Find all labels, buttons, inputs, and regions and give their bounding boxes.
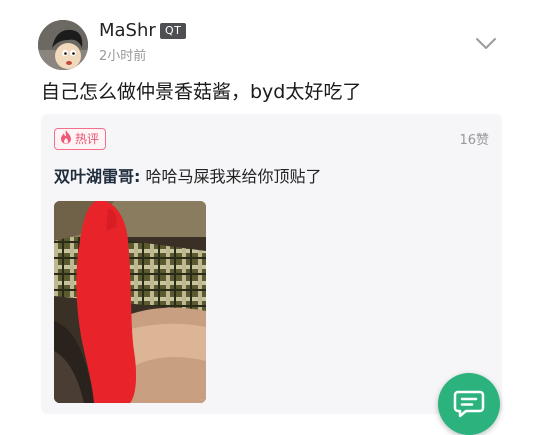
comment-author[interactable]: 双叶湖雷哥: [54,167,140,186]
comment-text[interactable]: 双叶湖雷哥: 哈哈马屎我来给你顶贴了 [54,166,322,188]
chevron-down-icon[interactable] [474,34,498,54]
comment-photo[interactable] [54,201,206,403]
post-time: 2小时前 [99,49,147,64]
hot-comment-tag: 热评 [54,128,107,150]
avatar[interactable] [38,20,88,70]
avatar-image [38,20,88,70]
hot-comment-label: 热评 [75,132,100,146]
redacted-photo-image [54,201,206,403]
post-title[interactable]: 自己怎么做仲景香菇酱，byd太好吃了 [41,80,361,104]
chat-bubble-icon [453,390,485,418]
user-badge: QT [160,23,187,39]
comment-body: 哈哈马屎我来给你顶贴了 [140,167,322,186]
comment-button[interactable] [438,373,500,435]
hot-comment-card[interactable]: 热评 16赞 双叶湖雷哥: 哈哈马屎我来给你顶贴了 [41,114,502,414]
username[interactable]: MaShr [99,20,156,42]
like-count[interactable]: 16赞 [459,129,489,148]
flame-icon [59,129,73,149]
